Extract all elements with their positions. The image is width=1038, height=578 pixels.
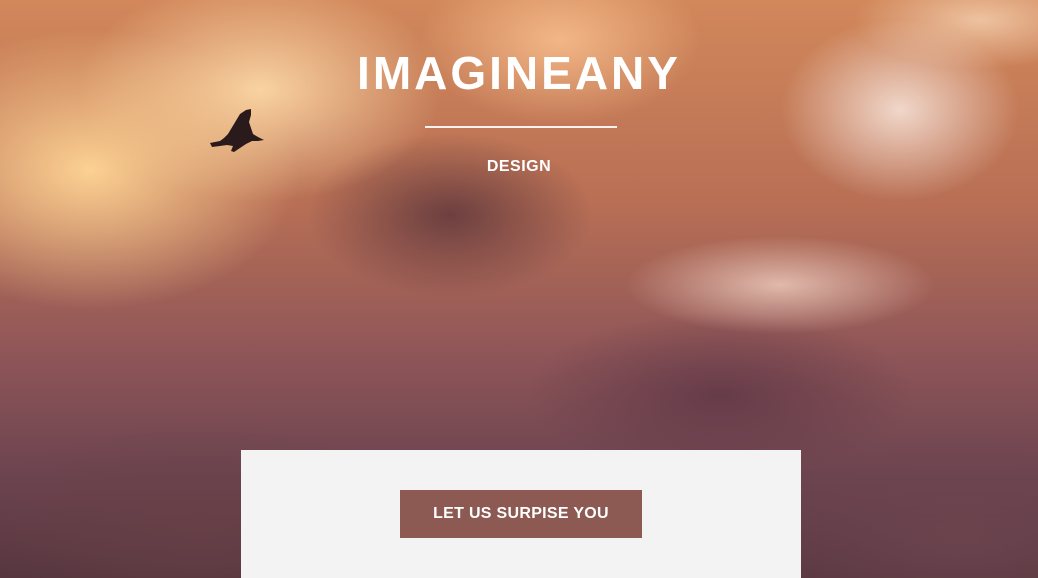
surprise-button[interactable]: LET US SURPISE YOU [400,490,642,538]
title-divider [425,126,617,128]
site-subtitle: DESIGN [486,158,552,175]
bird-icon [210,109,264,152]
hero-section: IMAGINEANY DESIGN LET US SURPISE YOU [0,0,1038,578]
cta-panel: LET US SURPISE YOU [241,450,801,578]
site-title: IMAGINEANY [357,47,681,99]
